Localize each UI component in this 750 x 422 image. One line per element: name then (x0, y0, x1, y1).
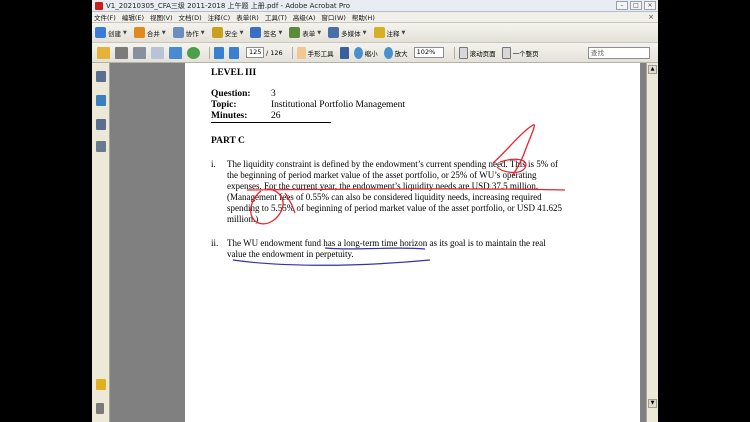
zoom-level-select[interactable]: 102% (413, 47, 444, 58)
vertical-scrollbar[interactable]: ▲ ▼ (646, 63, 658, 422)
item2-line: The WU endowment fund has a long-term ti… (227, 238, 546, 248)
minutes-label: Minutes: (211, 111, 248, 121)
pen-icon (250, 27, 262, 38)
menu-window[interactable]: 窗口(W) (321, 12, 346, 22)
item1-line: (Management fees of 0.55% can also be co… (227, 192, 542, 202)
item1-line: The liquidity constraint is defined by t… (227, 159, 559, 169)
zoom-in-label[interactable]: 放大 (395, 48, 408, 58)
comment-icon (373, 27, 385, 38)
next-page-icon[interactable] (229, 46, 239, 59)
one-page-icon[interactable] (501, 46, 511, 59)
hand-tool-icon[interactable] (296, 46, 306, 59)
previous-page-icon[interactable] (214, 46, 224, 59)
one-page-label[interactable]: 一个整页 (513, 48, 539, 58)
acrobat-window: V1_20210305_CFA三级 2011-2018 上午题 上册.pdf -… (92, 0, 658, 422)
topic-label: Topic: (211, 100, 237, 110)
page-number-input[interactable]: 125 (246, 47, 264, 58)
part-heading: PART C (211, 136, 245, 146)
menu-tools[interactable]: 工具(T) (265, 12, 287, 22)
item1-number: i. (211, 159, 216, 169)
open-folder-icon[interactable] (97, 46, 110, 59)
title-bar: V1_20210305_CFA三级 2011-2018 上午题 上册.pdf -… (92, 0, 658, 12)
pages-icon[interactable] (96, 71, 106, 82)
menu-help[interactable]: 帮助(H) (352, 12, 375, 22)
layers-icon[interactable] (96, 141, 106, 152)
comment-button[interactable]: 注释 ▼ (373, 27, 405, 38)
multimedia-icon (328, 27, 340, 38)
scroll-mode-label[interactable]: 滚动页面 (470, 48, 496, 58)
question-value: 3 (271, 89, 276, 99)
navigation-panel (92, 63, 110, 422)
doc-close-icon[interactable]: × (648, 13, 654, 21)
zoom-in-icon[interactable] (383, 46, 393, 59)
multimedia-button[interactable]: 多媒体 ▼ (328, 27, 367, 38)
document-area[interactable]: LEVEL III Question: 3 Topic: Institution… (110, 63, 646, 422)
menu-edit[interactable]: 编辑(E) (122, 12, 144, 22)
sign-button[interactable]: 签名 ▼ (250, 27, 282, 38)
maximize-button[interactable]: □ (630, 1, 642, 10)
topic-value: Institutional Portfolio Management (271, 100, 406, 110)
scroll-up-icon[interactable]: ▲ (648, 65, 657, 74)
scroll-mode-icon[interactable] (458, 46, 468, 59)
item1-line: expenses. For the current year, the endo… (227, 181, 539, 191)
menu-file[interactable]: 文件(F) (94, 12, 116, 22)
bookmarks-icon[interactable] (96, 95, 106, 106)
save-icon[interactable] (133, 46, 146, 59)
signatures-icon[interactable] (96, 119, 106, 130)
hand-tool-label[interactable]: 手形工具 (308, 48, 334, 58)
menu-forms[interactable]: 表单(R) (236, 12, 259, 22)
minimize-button[interactable]: – (616, 1, 628, 10)
upload-icon[interactable] (169, 46, 182, 59)
pdf-page: LEVEL III Question: 3 Topic: Institution… (185, 63, 640, 422)
menu-view[interactable]: 视图(V) (150, 12, 173, 22)
minutes-value: 26 (271, 111, 281, 121)
secure-button[interactable]: 安全 ▼ (211, 27, 243, 38)
page-total: / 126 (266, 48, 283, 57)
forms-button[interactable]: 表单 ▼ (289, 27, 321, 38)
create-icon (95, 27, 106, 38)
zoom-out-icon[interactable] (353, 46, 363, 59)
combine-button[interactable]: 合并 ▼ (133, 27, 166, 38)
combine-icon (133, 27, 145, 38)
print-icon[interactable] (115, 46, 128, 59)
question-label: Question: (211, 89, 251, 99)
scroll-down-icon[interactable]: ▼ (648, 399, 657, 408)
collaborate-icon (172, 27, 184, 38)
lock-icon (211, 27, 223, 38)
select-tool-icon[interactable] (339, 46, 349, 59)
collaborate-button[interactable]: 协作 ▼ (172, 27, 205, 38)
minutes-underline (211, 122, 331, 123)
item1-line: million.) (227, 214, 259, 224)
item1-line: spending to 5.55% of beginning of period… (227, 203, 562, 213)
blue-underline-perpetuity (232, 259, 431, 266)
zoom-out-label[interactable]: 缩小 (365, 48, 378, 58)
item1-line: the beginning of period market value of … (227, 170, 537, 180)
menu-document[interactable]: 文档(D) (179, 12, 202, 22)
menu-bar: 文件(F) 编辑(E) 视图(V) 文档(D) 注释(C) 表单(R) 工具(T… (92, 12, 658, 23)
acrobat-app-icon (95, 1, 103, 10)
attachments-icon[interactable] (96, 403, 104, 414)
item2-number: ii. (211, 238, 219, 248)
comments-icon[interactable] (96, 379, 106, 390)
form-icon (289, 27, 301, 38)
window-controls: – □ × (616, 1, 656, 10)
menu-advanced[interactable]: 高级(A) (293, 12, 316, 22)
web-icon[interactable] (187, 46, 200, 59)
task-toolbar: 创建 ▼ 合并 ▼ 协作 ▼ 安全 ▼ 签名 ▼ 表单 ▼ 多媒体 ▼ 注释 ▼ (92, 23, 658, 43)
close-button[interactable]: × (644, 1, 656, 10)
level-heading: LEVEL III (211, 68, 257, 78)
item2-line: value the endowment in perpetuity. (227, 249, 354, 259)
create-button[interactable]: 创建 ▼ (95, 27, 127, 38)
navigation-toolbar: 125 / 126 手形工具 缩小 放大 102% 滚动页面 一个整页 查找 (92, 43, 658, 63)
menu-comments[interactable]: 注释(C) (208, 12, 231, 22)
search-input[interactable]: 查找 (588, 47, 650, 59)
window-title: V1_20210305_CFA三级 2011-2018 上午题 上册.pdf -… (106, 1, 351, 10)
email-icon[interactable] (151, 46, 164, 59)
